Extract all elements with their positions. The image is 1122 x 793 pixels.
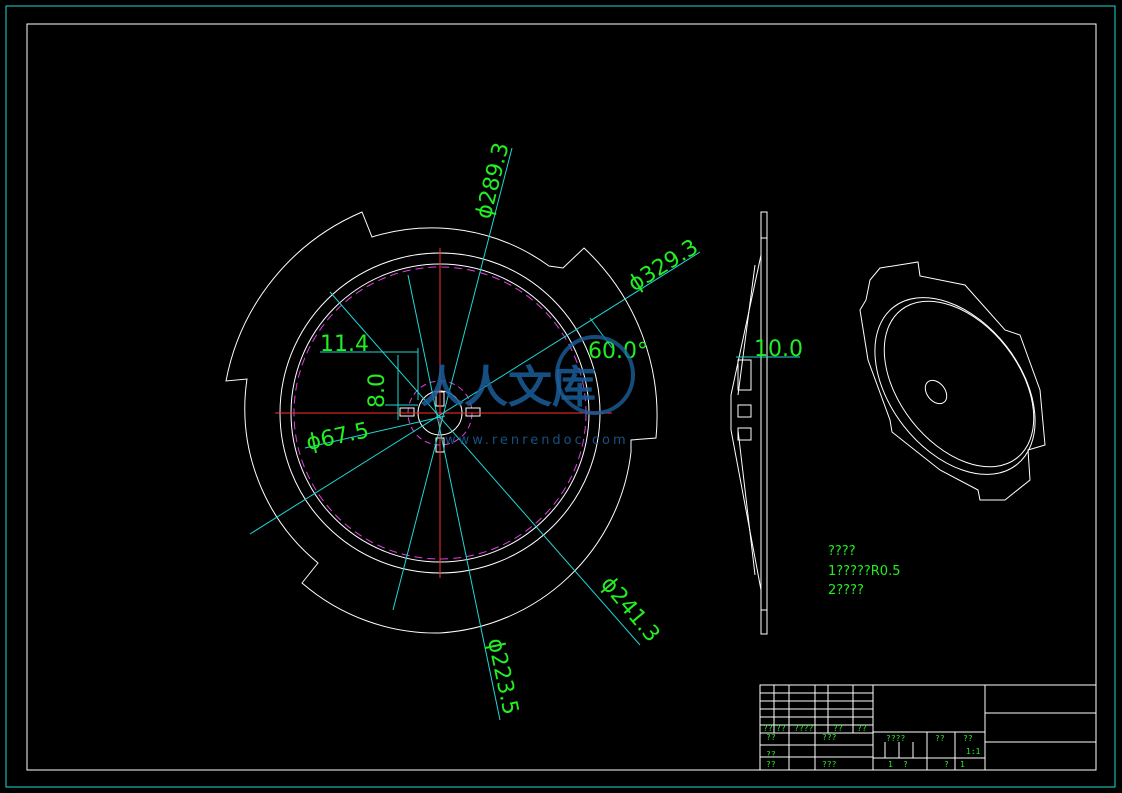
tb-r2a: ??	[766, 733, 776, 742]
section-cone-inner	[737, 264, 756, 576]
section-cone-left	[730, 254, 762, 591]
tb-r4a: ??	[766, 760, 776, 769]
tb-f1: ????	[886, 734, 905, 743]
tb-f4: 1:1	[966, 747, 981, 756]
cad-drawing: ϕ289.3 ϕ329.3 60.0° 11.4 8.0 ϕ67.5 ϕ241.…	[5, 5, 1116, 788]
title-block-text: ?? ?? ???? ?? ?? ?? ??? ?? ?? ??? ???? ?…	[763, 724, 981, 769]
iso-inner-disc	[874, 297, 1036, 475]
tb-f2: ??	[935, 734, 945, 743]
dim-dia-hub: ϕ67.5	[304, 418, 371, 456]
tb-r4b: ???	[822, 760, 837, 769]
dim-slot-width: 11.4	[320, 332, 369, 357]
section-slot-2	[737, 404, 752, 418]
section-web	[760, 211, 768, 635]
tb-r1b: ??	[776, 724, 786, 733]
tb-r1e: ??	[857, 724, 867, 733]
note-line-2: 1?????R0.5	[828, 564, 900, 579]
section-view	[730, 211, 800, 635]
dim-dia-outer: ϕ329.3	[624, 235, 703, 297]
tb-f3: ??	[963, 734, 973, 743]
tb-r1d: ??	[833, 724, 843, 733]
dim-thickness: 10.0	[754, 337, 803, 362]
watermark-url: www.renrendoc.com	[445, 433, 629, 448]
tb-f6: ?	[903, 760, 908, 769]
tb-f7: ?	[944, 760, 949, 769]
tb-f5: 1	[888, 760, 893, 769]
tb-r3a: ??	[766, 750, 776, 759]
section-slot-1	[737, 359, 752, 391]
dim-dia-289: ϕ289.3	[472, 140, 515, 221]
isometric-view	[859, 261, 1046, 501]
dim-slot-depth: 8.0	[365, 373, 390, 408]
key-slot-left	[399, 407, 415, 417]
note-line-1: ????	[828, 544, 856, 559]
dim-dia-241: ϕ241.3	[595, 572, 664, 647]
section-slot-3	[737, 427, 752, 441]
tb-f8: 1	[960, 760, 965, 769]
tb-r2b: ???	[822, 733, 837, 742]
dim-dia-223: ϕ223.5	[482, 636, 523, 717]
iso-hub-hole	[924, 379, 948, 405]
tb-r1a: ??	[763, 724, 773, 733]
front-view: ϕ289.3 ϕ329.3 60.0° 11.4 8.0 ϕ67.5 ϕ241.…	[225, 140, 703, 721]
watermark-text: 人人文库	[420, 362, 596, 413]
tb-r1c: ????	[794, 724, 813, 733]
note-line-3: 2????	[828, 583, 864, 598]
